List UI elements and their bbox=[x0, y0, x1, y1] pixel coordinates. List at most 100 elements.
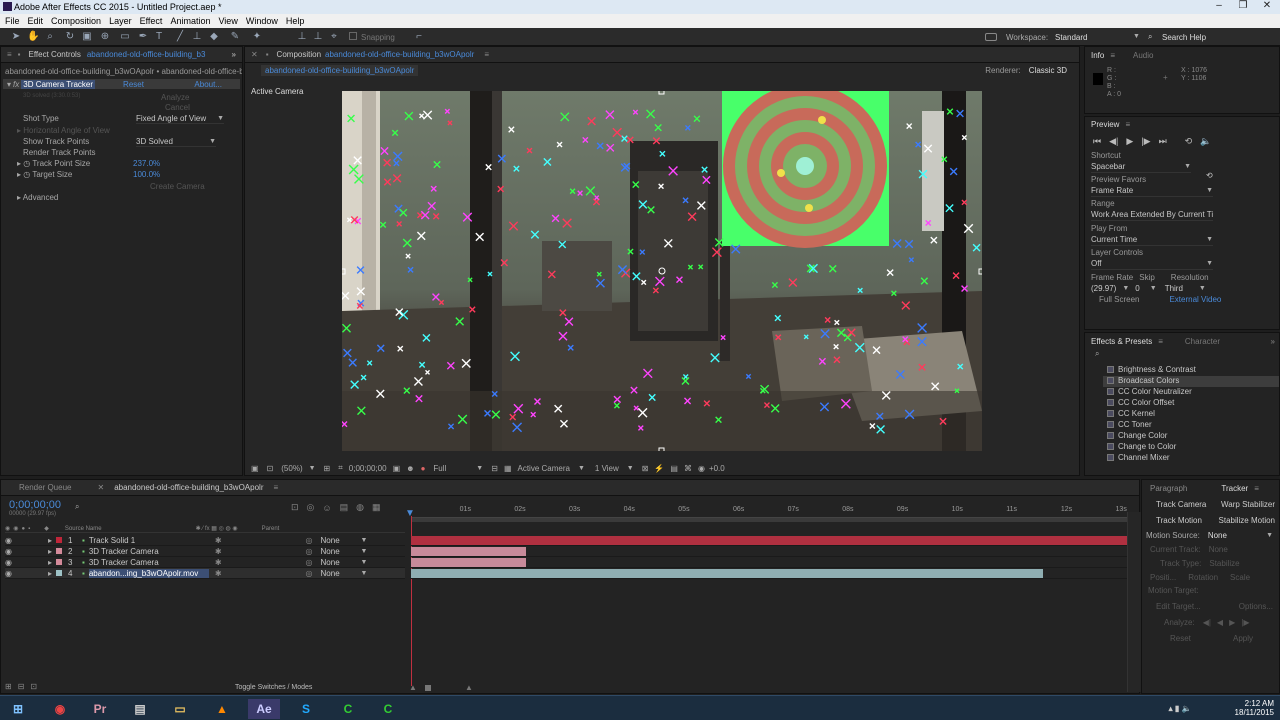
draft-3d-icon[interactable]: ◎ bbox=[307, 502, 315, 513]
always-preview-icon[interactable]: ▣ bbox=[251, 464, 259, 473]
stopwatch-icon[interactable]: ◷ bbox=[23, 170, 30, 179]
fx-icon[interactable]: fx bbox=[13, 80, 19, 89]
brush-tool-icon[interactable]: ╱ bbox=[174, 31, 186, 43]
clone-stamp-tool-icon[interactable]: ⊥ bbox=[191, 31, 203, 43]
frame-blending-icon[interactable]: ▤ bbox=[340, 502, 349, 513]
panel-scroll-icon[interactable]: » bbox=[232, 50, 236, 59]
channel-icon[interactable]: ● bbox=[421, 464, 426, 473]
effects-presets-tab[interactable]: Effects & Presets bbox=[1091, 337, 1152, 346]
full-screen-checkbox[interactable]: Full Screen bbox=[1099, 295, 1139, 304]
tracker-tab[interactable]: Tracker bbox=[1221, 484, 1248, 493]
axis-view-icon[interactable]: ⌖ bbox=[328, 31, 340, 43]
views-select[interactable]: 1 View bbox=[595, 464, 619, 473]
timeline-layer-row[interactable]: ◉ ▸ 1 ▪ Track Solid 1 ✱ ◎ None ▼ bbox=[5, 535, 405, 546]
paragraph-tab[interactable]: Paragraph bbox=[1150, 484, 1187, 493]
reset-exposure-icon[interactable]: ◉ bbox=[698, 464, 705, 473]
effect-reset-link[interactable]: Reset bbox=[123, 80, 144, 89]
analyze-forward-1-icon[interactable]: |▶ bbox=[1241, 618, 1249, 627]
previous-frame-icon[interactable]: ◀| bbox=[1109, 136, 1118, 147]
scale-checkbox[interactable]: Scale bbox=[1230, 573, 1250, 582]
motion-blur-icon[interactable]: ◍ bbox=[356, 502, 364, 513]
workspace-select[interactable]: Standard bbox=[1055, 33, 1087, 42]
panel-menu-icon[interactable]: ≡ bbox=[1158, 337, 1163, 346]
axis-world-icon[interactable]: ⊥ bbox=[312, 31, 324, 43]
snap-option-1-icon[interactable]: ⌐ bbox=[413, 31, 425, 43]
analyze-backward-icon[interactable]: ◀ bbox=[1217, 618, 1223, 627]
grid-icon[interactable]: ⊞ bbox=[324, 464, 331, 473]
taskbar-clock[interactable]: 2:12 AM 18/11/2015 bbox=[1224, 699, 1274, 717]
region-icon[interactable]: ⌗ bbox=[338, 463, 343, 473]
camera-tool-icon[interactable]: ▣ bbox=[81, 31, 93, 43]
timeline-timecode[interactable]: 0;00;00;00 bbox=[9, 499, 61, 511]
favors-select[interactable]: Frame Rate ▼ bbox=[1091, 185, 1213, 197]
cancel-button[interactable]: Cancel bbox=[165, 103, 190, 112]
shot-type-select[interactable]: Fixed Angle of View ▼ bbox=[136, 114, 224, 124]
workspace-chevron-icon[interactable]: ▼ bbox=[1133, 33, 1140, 40]
composition-viewer[interactable] bbox=[342, 91, 982, 451]
expand-arrow-icon[interactable]: ▸ bbox=[48, 558, 52, 567]
views-chevron-icon[interactable]: ▼ bbox=[627, 465, 634, 472]
search-icon[interactable]: ⌕ bbox=[1148, 32, 1152, 42]
maximize-icon[interactable]: ❐ bbox=[1232, 0, 1254, 14]
info-tab[interactable]: Info bbox=[1091, 51, 1104, 60]
vlc-icon[interactable]: ▲ bbox=[206, 699, 238, 719]
tray-icons[interactable]: ▴ ▮ 🔈 bbox=[1164, 699, 1196, 719]
shortcut-select[interactable]: Spacebar ▼ bbox=[1091, 161, 1191, 173]
camera-chevron-icon[interactable]: ▼ bbox=[578, 465, 585, 472]
timeline-layer-row[interactable]: ◉ ▸ 4 ▪ abandon...ing_b3wOApolr.mov ✱ ◎ None ▼ bbox=[5, 568, 405, 579]
composition-tab[interactable]: Composition bbox=[277, 50, 321, 59]
frame-rate-select[interactable]: (29.97) bbox=[1091, 284, 1116, 293]
last-frame-icon[interactable]: ⏭ bbox=[1159, 136, 1167, 147]
current-track-select[interactable]: None bbox=[1209, 545, 1228, 554]
character-tab[interactable]: Character bbox=[1185, 337, 1220, 346]
zoom-in-icon[interactable]: ▲ bbox=[465, 683, 473, 692]
camtasia-icon[interactable]: C bbox=[332, 699, 364, 719]
effect-header-row[interactable]: ▾ fx 3D Camera Tracker Reset About... bbox=[3, 79, 240, 89]
comp-flowchart-tab[interactable]: abandoned-old-office-building_b3wOApolr bbox=[261, 64, 419, 76]
time-ruler[interactable]: 01s 02s 03s 04s 05s 06s 07s 08s 09s 10s 11s 12s 13s bbox=[411, 506, 1127, 518]
resolution-select[interactable]: Full bbox=[433, 464, 446, 473]
close-tab-icon[interactable]: ✕ bbox=[97, 483, 104, 492]
effect-preset-item[interactable]: CC Color Neutralizer bbox=[1103, 387, 1279, 398]
track-point-size-value[interactable]: 237.0% bbox=[133, 159, 160, 168]
expand-arrow-icon[interactable]: ▸ bbox=[48, 569, 52, 578]
analyze-forward-icon[interactable]: ▶ bbox=[1229, 618, 1235, 627]
external-video-checkbox[interactable]: External Video bbox=[1169, 295, 1221, 304]
expand-arrow-icon[interactable]: ▸ bbox=[48, 536, 52, 545]
effect-preset-item[interactable]: Change Color bbox=[1103, 431, 1279, 442]
advanced-row[interactable]: ▸ Advanced bbox=[17, 193, 58, 202]
warp-stabilizer-button[interactable]: Warp Stabilizer bbox=[1221, 500, 1275, 509]
play-from-select[interactable]: Current Time ▼ bbox=[1091, 234, 1213, 246]
parent-chevron-icon[interactable]: ▼ bbox=[361, 537, 368, 544]
parent-pick-whip-icon[interactable]: ◎ bbox=[306, 558, 313, 567]
effect-preset-item[interactable]: CC Color Offset bbox=[1103, 398, 1279, 409]
layer-duration-bar[interactable] bbox=[411, 536, 1127, 545]
camera-select[interactable]: Active Camera bbox=[518, 464, 570, 473]
selection-tool-icon[interactable]: ➤ bbox=[10, 31, 22, 43]
menu-window[interactable]: Window bbox=[246, 16, 278, 26]
menu-layer[interactable]: Layer bbox=[109, 16, 132, 26]
eraser-tool-icon[interactable]: ◆ bbox=[208, 31, 220, 43]
panel-menu-icon[interactable]: ≡ bbox=[1254, 484, 1259, 493]
type-tool-icon[interactable]: T bbox=[153, 31, 165, 43]
roi-icon[interactable]: ⊟ bbox=[491, 464, 498, 473]
toggle-pixel-aspect-icon[interactable]: ⊠ bbox=[642, 464, 649, 473]
rotation-checkbox[interactable]: Rotation bbox=[1188, 573, 1218, 582]
range-select[interactable]: Work Area Extended By Current Ti ▼ bbox=[1091, 209, 1213, 221]
menu-animation[interactable]: Animation bbox=[170, 16, 210, 26]
show-track-points-select[interactable]: 3D Solved ▼ bbox=[136, 137, 216, 147]
menu-help[interactable]: Help bbox=[286, 16, 305, 26]
graph-editor-icon[interactable]: ▦ bbox=[372, 502, 381, 513]
close-tab-icon[interactable]: ✕ bbox=[251, 50, 258, 59]
menu-file[interactable]: File bbox=[5, 16, 20, 26]
timeline-comp-tab[interactable]: abandoned-old-office-building_b3wOApolr bbox=[114, 483, 263, 492]
switch-icon[interactable]: ✱ bbox=[215, 558, 222, 567]
resolution-select[interactable]: Third bbox=[1165, 284, 1183, 293]
menu-edit[interactable]: Edit bbox=[28, 16, 44, 26]
menu-view[interactable]: View bbox=[218, 16, 237, 26]
parent-select[interactable]: None bbox=[321, 536, 361, 545]
flowchart-icon[interactable]: ⌘ bbox=[684, 464, 692, 473]
target-size-value[interactable]: 100.0% bbox=[133, 170, 160, 179]
track-type-select[interactable]: Stabilize bbox=[1209, 559, 1239, 568]
expand-transfer-icon[interactable]: ⊟ bbox=[18, 682, 25, 691]
